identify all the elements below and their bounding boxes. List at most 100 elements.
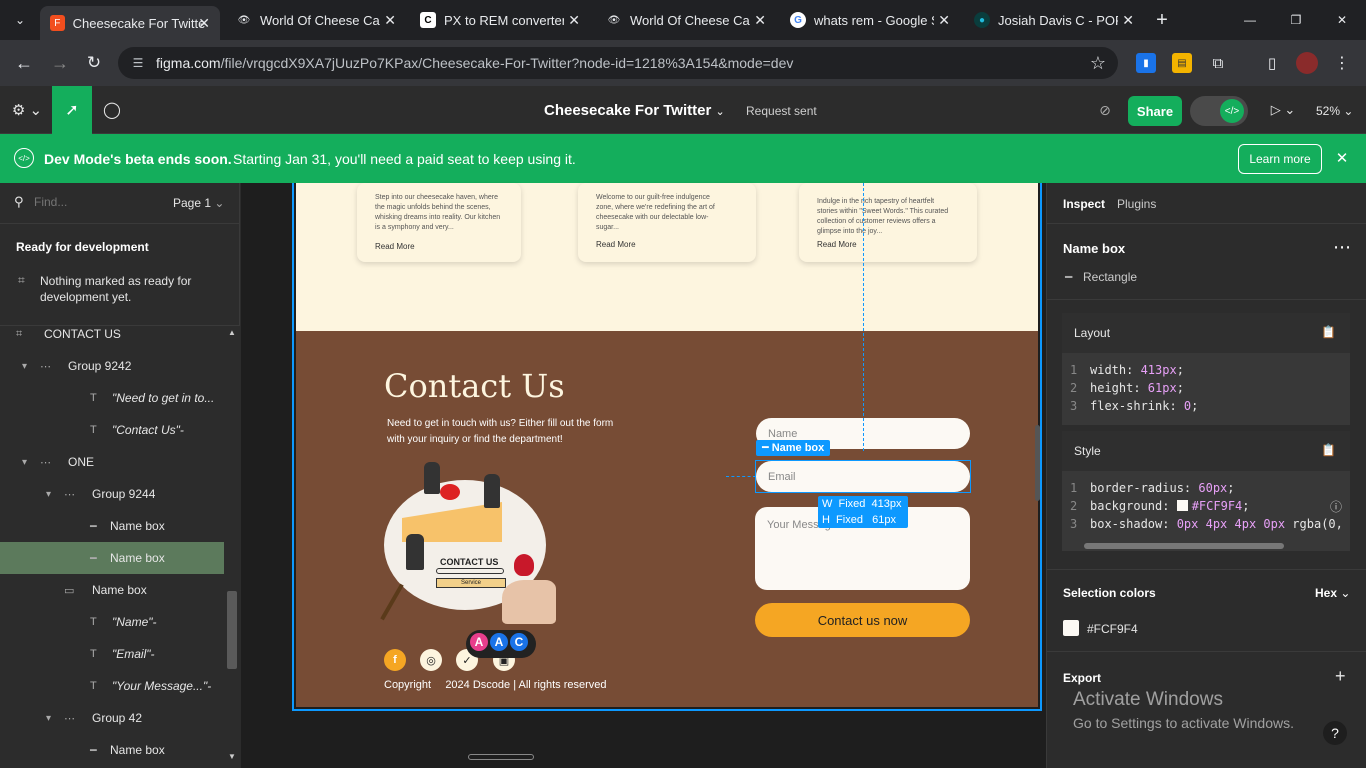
- add-export-icon[interactable]: +: [1335, 666, 1346, 687]
- share-button[interactable]: Share: [1128, 96, 1182, 126]
- layer-label: "Email"-: [112, 647, 155, 661]
- layer-row[interactable]: ▾ ⋯ Group 9244: [0, 478, 224, 510]
- avatar[interactable]: A: [468, 631, 490, 653]
- browser-menu-icon[interactable]: ⋮: [1332, 53, 1352, 73]
- layer-row[interactable]: ━ Name box: [0, 734, 224, 766]
- side-panel-icon[interactable]: ▯: [1262, 53, 1282, 73]
- present-icon[interactable]: ▷ ⌄: [1266, 100, 1300, 120]
- avatar[interactable]: C: [508, 631, 530, 653]
- profile-avatar[interactable]: [1296, 52, 1318, 74]
- layer-row[interactable]: ━ Name box: [0, 542, 224, 574]
- layer-row[interactable]: T "Need to get in to...: [0, 382, 224, 414]
- layer-row[interactable]: ▾ ⋯ Group 42: [0, 702, 224, 734]
- extension-folder-icon[interactable]: ▤: [1172, 53, 1192, 73]
- tab-portfolio[interactable]: ● Josiah Davis C - PORT ✕: [964, 6, 1144, 34]
- expand-caret-icon[interactable]: ▾: [46, 713, 51, 724]
- layer-row[interactable]: T "Contact Us"-: [0, 414, 224, 446]
- zoom-level[interactable]: 52% ⌄: [1316, 104, 1353, 118]
- strawberry: [514, 554, 534, 576]
- page-selector[interactable]: Page 1 ⌄: [173, 196, 224, 210]
- tab-search-icon[interactable]: ⌄: [8, 8, 32, 32]
- read-more-link[interactable]: Read More: [375, 242, 415, 252]
- layer-row[interactable]: ▾ ⋯ ONE: [0, 446, 224, 478]
- color-format-select[interactable]: Hex ⌄: [1315, 586, 1350, 600]
- expand-caret-icon[interactable]: ▾: [46, 489, 51, 500]
- expand-caret-icon[interactable]: ▾: [22, 361, 27, 372]
- move-tool-icon[interactable]: ➚: [52, 86, 92, 134]
- contact-title: Contact Us: [384, 367, 565, 405]
- comment-tool-icon[interactable]: ◯: [100, 98, 124, 122]
- extension-docs-icon[interactable]: ▮: [1136, 53, 1156, 73]
- tab-plugins[interactable]: Plugins: [1117, 197, 1156, 211]
- close-tab-icon[interactable]: ✕: [754, 12, 766, 29]
- eye-favicon-icon: 👁: [607, 14, 621, 26]
- layer-row[interactable]: ▭ Name box: [0, 574, 224, 606]
- restore-icon[interactable]: ❐: [1284, 8, 1308, 32]
- layer-row[interactable]: T "Your Message..."-: [0, 670, 224, 702]
- layer-row[interactable]: ━ Name box: [0, 510, 224, 542]
- address-bar: ← → ↻ ☰ figma.com/file/vrqgcdX9XA7jUuzPo…: [0, 40, 1366, 86]
- activate-windows-sub: Go to Settings to activate Windows.: [1073, 715, 1294, 731]
- close-banner-icon[interactable]: ✕: [1332, 148, 1352, 168]
- learn-more-button[interactable]: Learn more: [1238, 144, 1322, 174]
- instagram-icon[interactable]: ◎: [420, 649, 442, 671]
- businessman-figure: [484, 474, 500, 508]
- tab-world-cheese-2[interactable]: 👁 World Of Cheese Cak ✕: [596, 6, 776, 34]
- new-tab-icon[interactable]: +: [1150, 8, 1174, 32]
- copy-icon[interactable]: 📋: [1321, 325, 1336, 339]
- tab-google[interactable]: G whats rem - Google S ✕: [780, 6, 960, 34]
- tab-inspect[interactable]: Inspect: [1063, 197, 1105, 211]
- site-info-icon[interactable]: ☰: [130, 55, 146, 71]
- read-more-link[interactable]: Read More: [596, 240, 636, 250]
- code-scrollbar[interactable]: [1084, 543, 1284, 549]
- read-more-link[interactable]: Read More: [817, 240, 857, 250]
- close-window-icon[interactable]: ✕: [1330, 8, 1354, 32]
- forward-icon[interactable]: →: [48, 51, 72, 75]
- tab-cheesecake[interactable]: F Cheesecake For Twitte ✕: [40, 6, 220, 40]
- layer-label: "Contact Us"-: [112, 423, 184, 437]
- scroll-up-icon[interactable]: ▲: [228, 328, 236, 337]
- facebook-icon[interactable]: f: [384, 649, 406, 671]
- help-icon[interactable]: ?: [1323, 721, 1347, 745]
- layers-scrollbar[interactable]: ▲ ▼: [224, 326, 240, 768]
- back-icon[interactable]: ←: [12, 51, 36, 75]
- layer-row[interactable]: T "Email"-: [0, 638, 224, 670]
- color-swatch[interactable]: [1063, 620, 1079, 636]
- reload-icon[interactable]: ↻: [82, 51, 106, 75]
- close-tab-icon[interactable]: ✕: [938, 12, 950, 29]
- url-field[interactable]: ☰ figma.com/file/vrqgcdX9XA7jUuzPo7KPax/…: [118, 47, 1118, 79]
- close-tab-icon[interactable]: ✕: [198, 15, 210, 32]
- figma-menu-icon[interactable]: ⚙ ⌄: [10, 98, 44, 122]
- bookmark-star-icon[interactable]: ☆: [1090, 53, 1106, 74]
- vertical-panel-scrollbar[interactable]: [1035, 425, 1040, 501]
- css-end: ;: [1176, 381, 1184, 395]
- minimize-icon[interactable]: —: [1238, 8, 1262, 32]
- dev-mode-toggle[interactable]: </>: [1190, 96, 1248, 126]
- extensions-puzzle-icon[interactable]: ⧉: [1208, 53, 1228, 73]
- tab-world-cheese-1[interactable]: 👁 World Of Cheese Cak ✕: [226, 6, 406, 34]
- contact-us-now-button[interactable]: Contact us now: [755, 603, 970, 637]
- layer-row[interactable]: ▾ ⋯ Group 9242: [0, 350, 224, 382]
- offline-icon[interactable]: ⊘: [1094, 100, 1116, 120]
- close-tab-icon[interactable]: ✕: [1122, 12, 1134, 29]
- layer-row[interactable]: ⌗ CONTACT US: [0, 318, 224, 350]
- divider: [1047, 223, 1366, 224]
- css-value: 61px: [1147, 381, 1177, 395]
- ready-heading: Ready for development: [16, 240, 149, 254]
- info-icon[interactable]: ⓘ: [1330, 498, 1342, 515]
- layer-row[interactable]: T "Name"-: [0, 606, 224, 638]
- layer-label: CONTACT US: [44, 327, 121, 341]
- tab-px-rem[interactable]: C PX to REM converter ✕: [410, 6, 590, 34]
- find-input[interactable]: [34, 191, 154, 213]
- color-value[interactable]: #FCF9F4: [1087, 622, 1138, 636]
- close-tab-icon[interactable]: ✕: [568, 12, 580, 29]
- scroll-down-icon[interactable]: ▼: [228, 752, 236, 761]
- file-name[interactable]: Cheesecake For Twitter ⌄: [544, 102, 725, 119]
- line-layer-icon: ━: [90, 520, 97, 533]
- expand-caret-icon[interactable]: ▾: [22, 457, 27, 468]
- copy-icon[interactable]: 📋: [1321, 443, 1336, 457]
- close-tab-icon[interactable]: ✕: [384, 12, 396, 29]
- more-options-icon[interactable]: ⋯: [1333, 237, 1351, 258]
- scroll-thumb[interactable]: [227, 591, 237, 669]
- avatar[interactable]: A: [488, 631, 510, 653]
